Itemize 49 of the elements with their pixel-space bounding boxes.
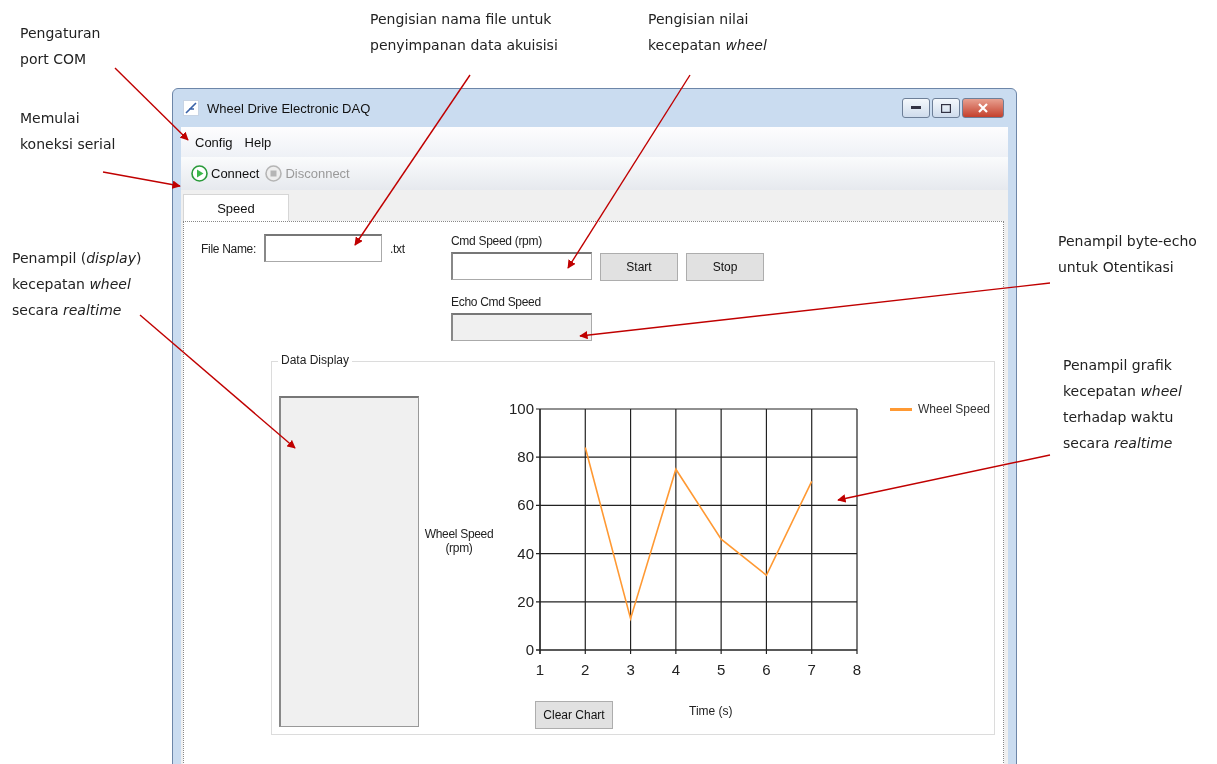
y-axis-title: Wheel Speed (rpm) [423,527,495,555]
file-extension-label: .txt [390,242,405,256]
close-icon [978,103,988,113]
minimize-icon [911,106,921,110]
stop-icon [265,165,283,182]
annotation-text: Pengisian nama file untuk penyimpanan data akuisisi [370,10,558,55]
menu-item[interactable]: Help [240,132,276,152]
x-axis-title: Time (s) [689,704,733,718]
y-tick-label: 80 [517,448,534,466]
field-label: File Name: [201,242,256,256]
clear-chart-button[interactable]: Clear Chart [535,701,613,729]
x-tick-label: 5 [716,661,726,678]
y-tick-label: 20 [517,592,534,610]
x-tick-label: 2 [581,661,590,678]
y-tick-label: 0 [525,641,534,658]
play-icon [191,165,208,182]
annotation-text: Memulai koneksi serial [20,109,116,154]
close-button[interactable] [962,98,1004,118]
menu-item[interactable]: Config [191,132,237,152]
field-label: Cmd Speed (rpm) [451,234,543,248]
tab[interactable]: Speed [183,194,289,221]
y-tick-label: 60 [517,496,534,514]
x-tick-label: 4 [671,661,681,678]
speed-display-list[interactable] [279,396,419,727]
command-button[interactable]: Start [600,253,678,281]
annotation-text: Pengisian nilai kecepatan wheel [648,10,767,55]
y-tick-label: 40 [517,544,534,562]
x-tick-label: 7 [807,661,816,678]
maximize-icon [941,103,951,113]
x-tick-label: 8 [852,661,862,678]
group-title: Data Display [278,353,353,367]
x-tick-label: 6 [762,661,771,678]
command-button[interactable]: Stop [686,253,764,281]
y-tick-label: 100 [508,400,534,417]
annotation-text: Penampil grafik kecepatan wheel terhadap waktu secara realtime [1063,356,1182,453]
annotation-text: Pengaturan port COM [20,24,101,69]
toolbar-button[interactable]: Connect [191,165,260,182]
x-tick-label: 1 [535,661,545,678]
app-logo-icon [183,100,199,116]
window-title: Wheel Drive Electronic DAQ [207,100,372,116]
x-tick-label: 3 [626,661,635,678]
legend-label: Wheel Speed [918,402,991,416]
maximize-button[interactable] [932,98,960,118]
minimize-button[interactable] [902,98,930,118]
annotation-text: Penampil (display) kecepatan wheel secara realtime [12,249,142,320]
cmd-speed-field[interactable] [451,252,592,280]
field-label: Echo Cmd Speed [451,295,542,309]
annotation-text: Penampil byte-echo untuk Otentikasi [1058,232,1197,277]
file-name-field[interactable] [264,234,382,262]
